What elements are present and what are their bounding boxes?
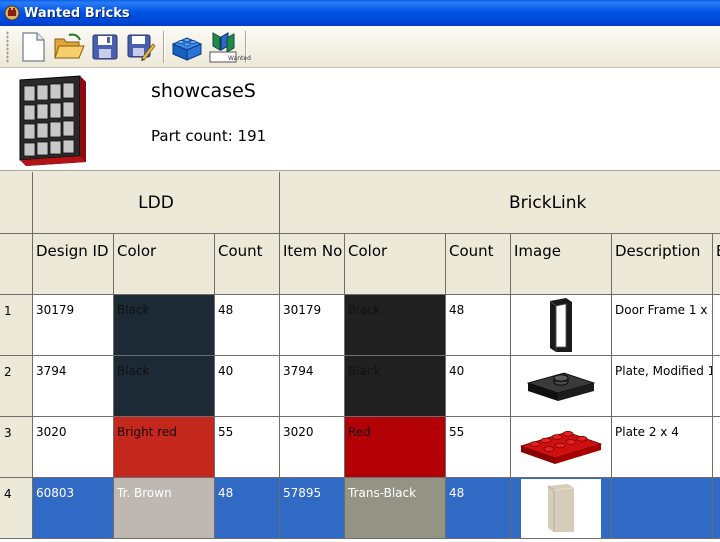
image-cell[interactable]	[511, 478, 612, 539]
column-header-image[interactable]: Image	[511, 234, 612, 295]
ldd-color-cell[interactable]: Tr. Brown	[114, 478, 215, 539]
description-cell[interactable]	[612, 478, 713, 539]
column-header-extra[interactable]: E	[713, 234, 720, 295]
model-header: showcaseS Part count: 191	[0, 68, 720, 171]
grid-corner-cell[interactable]	[0, 172, 33, 234]
open-folder-button[interactable]	[51, 29, 87, 65]
ldd-color-cell[interactable]: Black	[114, 295, 215, 356]
row-number[interactable]: 2	[0, 356, 33, 417]
model-name: showcaseS	[151, 80, 256, 102]
row-header-blank	[0, 234, 33, 295]
save-as-button[interactable]	[123, 29, 159, 65]
bl-count-cell[interactable]: 48	[446, 478, 511, 539]
glass-pane-image	[547, 484, 575, 532]
item-no-cell[interactable]: 30179	[280, 295, 345, 356]
item-no-cell[interactable]: 3794	[280, 356, 345, 417]
door-frame-image	[549, 298, 572, 352]
design-id-cell[interactable]: 60803	[33, 478, 114, 539]
ldd-count-cell[interactable]: 55	[215, 417, 280, 478]
save-as-icon	[127, 34, 156, 61]
window-title: Wanted Bricks	[24, 5, 130, 21]
ldd-count-cell[interactable]: 48	[215, 295, 280, 356]
bl-color-cell[interactable]: Red	[345, 417, 446, 478]
ldd-color-cell[interactable]: Black	[114, 356, 215, 417]
extra-cell[interactable]	[713, 356, 720, 417]
part-count: Part count: 191	[151, 127, 266, 145]
ldd-count-cell[interactable]: 40	[215, 356, 280, 417]
title-bar[interactable]: Wanted Bricks	[0, 0, 720, 26]
plate-2x4-image	[519, 431, 603, 464]
column-header-item-no[interactable]: Item No	[280, 234, 345, 295]
model-thumbnail	[16, 74, 90, 166]
row-number[interactable]: 4	[0, 478, 33, 539]
column-header-bl-count[interactable]: Count	[446, 234, 511, 295]
image-cell[interactable]	[511, 356, 612, 417]
column-header-design-id[interactable]: Design ID	[33, 234, 114, 295]
toolbar-separator	[163, 30, 165, 63]
row-number[interactable]: 1	[0, 295, 33, 356]
item-no-cell[interactable]: 57895	[280, 478, 345, 539]
bl-color-cell[interactable]: Black	[345, 295, 446, 356]
ldd-count-cell[interactable]: 48	[215, 478, 280, 539]
extra-cell[interactable]	[713, 295, 720, 356]
parts-grid[interactable]: LDD BrickLink Design ID Color Count Item…	[0, 172, 720, 542]
image-cell[interactable]	[511, 417, 612, 478]
toolbar-grip[interactable]	[6, 30, 9, 63]
wanted-badge-text: Wanted	[228, 55, 251, 62]
column-header-bl-color[interactable]: Color	[345, 234, 446, 295]
bl-count-cell[interactable]: 40	[446, 356, 511, 417]
design-id-cell[interactable]: 3020	[33, 417, 114, 478]
bl-color-cell[interactable]: Black	[345, 356, 446, 417]
column-header-ldd-color[interactable]: Color	[114, 234, 215, 295]
save-icon	[92, 34, 118, 59]
bl-count-cell[interactable]: 55	[446, 417, 511, 478]
bl-count-cell[interactable]: 48	[446, 295, 511, 356]
description-cell[interactable]: Plate, Modified 1 x 2	[612, 356, 713, 417]
column-header-description[interactable]: Description	[612, 234, 713, 295]
item-no-cell[interactable]: 3020	[280, 417, 345, 478]
column-header-ldd-count[interactable]: Count	[215, 234, 280, 295]
design-id-cell[interactable]: 3794	[33, 356, 114, 417]
part-count-label: Part count:	[151, 127, 233, 145]
group-header-ldd[interactable]: LDD	[33, 172, 280, 234]
open-folder-icon	[54, 33, 85, 58]
design-id-cell[interactable]: 30179	[33, 295, 114, 356]
description-cell[interactable]: Plate 2 x 4	[612, 417, 713, 478]
extra-cell[interactable]	[713, 478, 720, 539]
description-cell[interactable]: Door Frame 1 x 4	[612, 295, 713, 356]
ldd-color-cell[interactable]: Bright red	[114, 417, 215, 478]
app-icon[interactable]	[4, 5, 20, 21]
lego-brick-button[interactable]	[169, 29, 205, 65]
new-file-button[interactable]	[15, 29, 51, 65]
new-file-icon	[22, 31, 45, 62]
image-cell[interactable]	[511, 295, 612, 356]
group-header-bricklink[interactable]: BrickLink	[280, 172, 720, 234]
part-count-value: 191	[237, 127, 267, 145]
toolbar	[0, 26, 720, 68]
jumper-plate-image	[526, 372, 596, 401]
row-number[interactable]: 3	[0, 417, 33, 478]
extra-cell[interactable]	[713, 417, 720, 478]
bl-color-cell[interactable]: Trans-Black	[345, 478, 446, 539]
save-button[interactable]	[87, 29, 123, 65]
lego-brick-icon	[171, 36, 203, 61]
